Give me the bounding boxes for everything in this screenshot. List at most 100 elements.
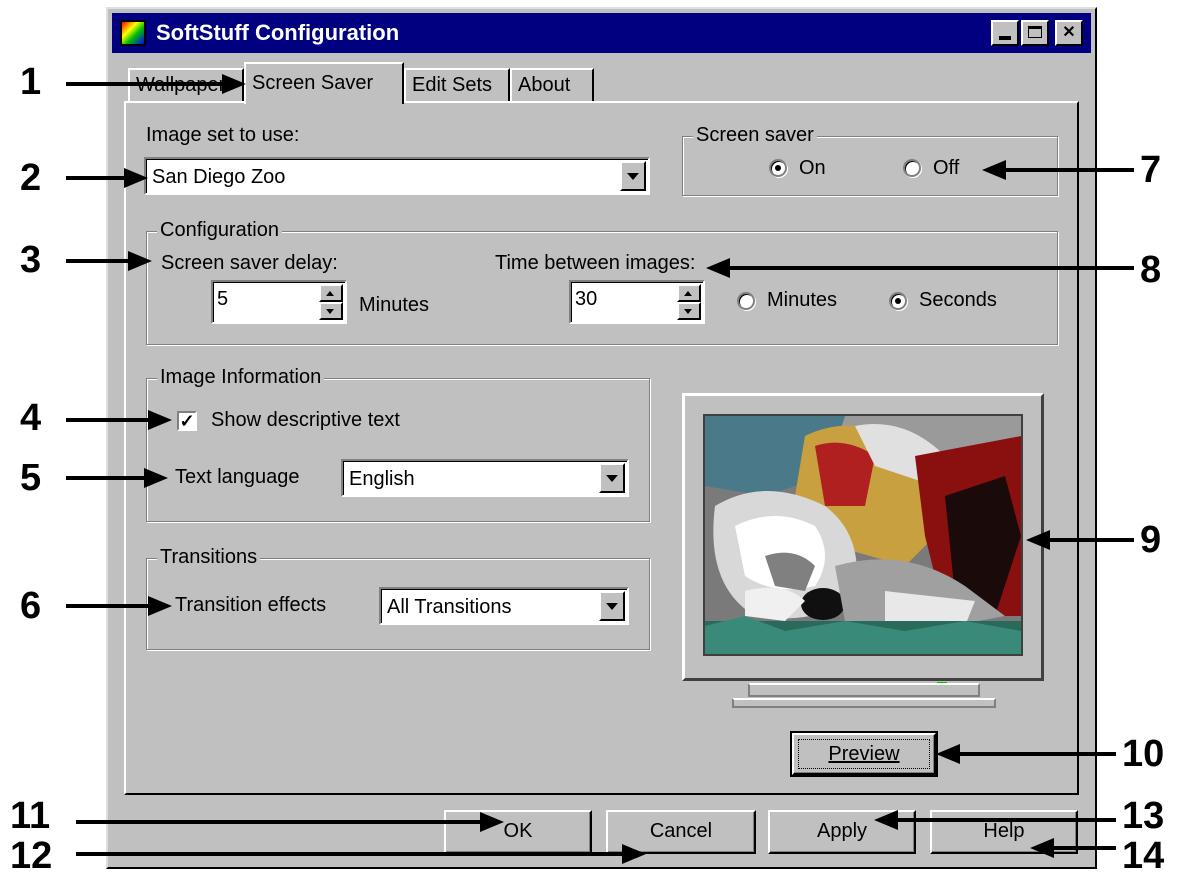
minimize-icon — [999, 36, 1011, 40]
callout-number: 14 — [1122, 835, 1165, 877]
close-button[interactable]: ✕ — [1055, 20, 1083, 46]
arrow-left-icon — [706, 258, 730, 278]
chevron-down-icon[interactable] — [620, 161, 646, 191]
arrow-right-icon — [148, 410, 172, 430]
monitor-base — [732, 698, 996, 708]
callout-number: 9 — [1140, 519, 1162, 561]
callout-number: 3 — [20, 239, 42, 281]
screen-saver-off-label[interactable]: Off — [933, 157, 959, 180]
app-icon — [120, 20, 146, 46]
arrow-left-icon — [936, 744, 960, 764]
minutes-radio[interactable] — [737, 292, 755, 310]
image-set-dropdown[interactable]: San Diego Zoo — [144, 157, 650, 195]
help-button-label: Help — [983, 820, 1025, 842]
callout-arrow — [76, 820, 484, 824]
image-set-label: Image set to use: — [146, 124, 300, 146]
callout-arrow — [66, 604, 150, 608]
show-text-checkbox[interactable]: ✓ — [177, 411, 197, 431]
callout-number: 11 — [10, 795, 51, 837]
ok-button[interactable]: OK — [444, 810, 592, 854]
spin-up-icon[interactable] — [677, 284, 701, 302]
spin-down-icon[interactable] — [677, 302, 701, 320]
preview-button[interactable]: Preview — [790, 731, 938, 777]
show-text-label[interactable]: Show descriptive text — [211, 409, 400, 432]
screen-saver-group-title: Screen saver — [693, 124, 817, 147]
image-information-group: Image Information ✓ Show descriptive tex… — [146, 366, 650, 522]
delay-spinner[interactable]: 5 — [211, 280, 347, 324]
callout-arrow — [76, 852, 624, 856]
transitions-group: Transitions Transition effects All Trans… — [146, 546, 650, 650]
monitor-stand — [748, 683, 980, 697]
callout-number: 5 — [20, 457, 42, 499]
delay-unit-label: Minutes — [359, 294, 430, 316]
cancel-button-label: Cancel — [649, 820, 713, 842]
image-set-value: San Diego Zoo — [152, 166, 286, 188]
callout-number: 8 — [1140, 249, 1162, 291]
callout-number: 12 — [10, 835, 53, 877]
window-title: SoftStuff Configuration — [156, 20, 400, 45]
effects-value: All Transitions — [387, 596, 512, 618]
preview-screen — [703, 414, 1023, 656]
callout-number: 13 — [1122, 795, 1165, 837]
callout-number: 1 — [20, 61, 42, 103]
minimize-button[interactable] — [991, 20, 1019, 46]
tab-about[interactable]: About — [510, 68, 594, 102]
arrow-right-icon — [144, 468, 168, 488]
chevron-down-icon[interactable] — [599, 591, 625, 621]
callout-arrow — [896, 818, 1116, 822]
spin-down-icon[interactable] — [319, 302, 343, 320]
title-bar[interactable]: SoftStuff Configuration ✕ — [112, 13, 1091, 53]
callout-arrow — [66, 418, 150, 422]
callout-arrow — [66, 82, 226, 86]
between-value: 30 — [575, 288, 598, 310]
arrow-left-icon — [1026, 530, 1050, 550]
ok-button-label: OK — [503, 820, 533, 842]
maximize-icon — [1028, 26, 1042, 38]
configuration-group: Configuration Screen saver delay: 5 Minu… — [146, 219, 1058, 345]
callout-arrow — [1004, 168, 1134, 172]
screen-saver-on-label[interactable]: On — [799, 157, 826, 180]
arrow-right-icon — [128, 251, 152, 271]
chevron-down-icon[interactable] — [599, 463, 625, 493]
tab-label: Edit Sets — [412, 74, 493, 96]
delay-label: Screen saver delay: — [161, 252, 338, 274]
arrow-left-icon — [982, 160, 1006, 180]
between-label: Time between images: — [495, 252, 696, 274]
screen-saver-on-radio[interactable] — [769, 159, 787, 177]
configuration-group-title: Configuration — [157, 219, 282, 242]
callout-arrow — [958, 752, 1116, 756]
callout-number: 7 — [1140, 149, 1162, 191]
seconds-label[interactable]: Seconds — [919, 289, 997, 312]
preview-monitor — [682, 393, 1044, 688]
spin-up-icon[interactable] — [319, 284, 343, 302]
tab-label: Screen Saver — [252, 72, 374, 94]
callout-number: 2 — [20, 157, 42, 199]
tab-screen-saver[interactable]: Screen Saver — [244, 62, 404, 104]
maximize-button[interactable] — [1021, 20, 1049, 46]
callout-number: 6 — [20, 585, 42, 627]
screen-saver-off-radio[interactable] — [903, 159, 921, 177]
minutes-label[interactable]: Minutes — [767, 289, 837, 312]
arrow-left-icon — [1030, 838, 1054, 858]
tab-edit-sets[interactable]: Edit Sets — [404, 68, 510, 102]
effects-dropdown[interactable]: All Transitions — [379, 587, 629, 625]
callout-arrow — [66, 476, 146, 480]
language-label: Text language — [175, 466, 300, 488]
effects-label: Transition effects — [175, 594, 327, 616]
lion-preview-image — [705, 416, 1021, 654]
transitions-group-title: Transitions — [157, 546, 261, 569]
apply-button-label: Apply — [816, 820, 868, 842]
delay-value: 5 — [217, 288, 229, 310]
arrow-left-icon — [874, 810, 898, 830]
close-icon: ✕ — [1062, 24, 1076, 41]
image-information-group-title: Image Information — [157, 366, 325, 389]
callout-arrow — [1048, 538, 1134, 542]
arrow-right-icon — [148, 596, 172, 616]
language-dropdown[interactable]: English — [341, 459, 629, 497]
callout-arrow — [66, 259, 130, 263]
between-spinner[interactable]: 30 — [569, 280, 705, 324]
tab-label: About — [518, 74, 571, 96]
seconds-radio[interactable] — [889, 292, 907, 310]
callout-arrow — [728, 266, 1134, 270]
callout-number: 4 — [20, 397, 42, 439]
